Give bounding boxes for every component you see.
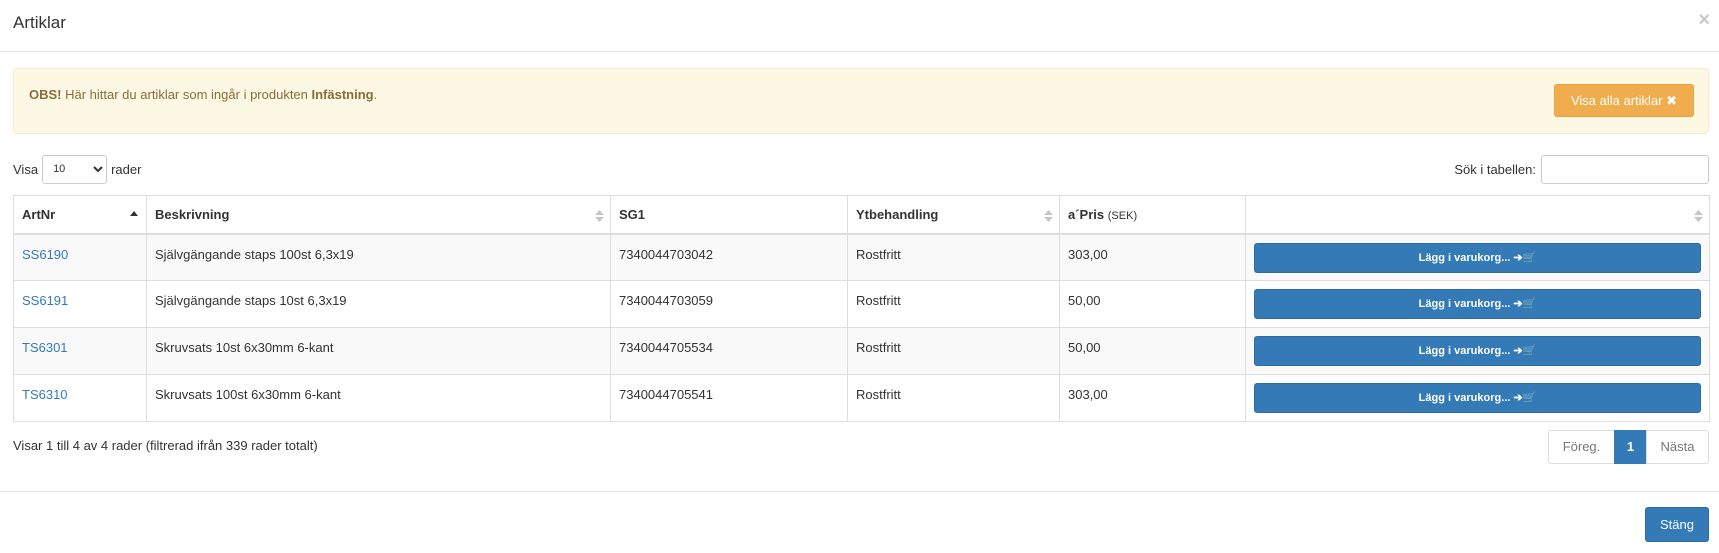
length-prefix: Visa [13, 161, 39, 177]
length-select[interactable]: 10 [42, 154, 108, 184]
info-alert: OBS! Här hittar du artiklar som ingår i … [13, 68, 1709, 134]
cell-pris: 50,00 [1059, 280, 1246, 328]
cell-sg1: 7340044703059 [610, 280, 848, 328]
search-label: Sök i tabellen: [1454, 161, 1536, 177]
col-ytbehandling[interactable]: Ytbehandling [847, 195, 1060, 235]
col-pris-label: a´Pris [1068, 206, 1105, 222]
pagination-prev[interactable]: Föreg. [1548, 430, 1615, 464]
artnr-link[interactable]: TS6310 [22, 387, 68, 402]
cell-ytbehandling: Rostfritt [847, 374, 1060, 422]
cell-artnr: TS6301 [13, 327, 147, 375]
sort-asc-icon [130, 211, 138, 216]
table-row: TS6310 Skruvsats 100st 6x30mm 6-kant 734… [13, 374, 1710, 422]
col-ytbehandling-label: Ytbehandling [856, 206, 939, 222]
table-row: TS6301 Skruvsats 10st 6x30mm 6-kant 7340… [13, 327, 1710, 375]
add-to-cart-button[interactable]: Lägg i varukorg... ➔🛒 [1254, 336, 1701, 366]
table-info: Visar 1 till 4 av 4 rader (filtrerad ifr… [13, 438, 318, 453]
show-all-articles-button[interactable]: Visa alla artiklar ✖ [1554, 84, 1694, 117]
cell-artnr: SS6191 [13, 280, 147, 328]
col-beskrivning[interactable]: Beskrivning [146, 195, 611, 235]
cell-sg1: 7340044703042 [610, 233, 848, 281]
cell-ytbehandling: Rostfritt [847, 233, 1060, 281]
sort-icon [1694, 210, 1703, 222]
modal-footer: Stäng [0, 491, 1719, 553]
cell-action: Lägg i varukorg... ➔🛒 [1245, 327, 1710, 375]
alert-message: OBS! Här hittar du artiklar som ingår i … [29, 87, 377, 102]
cell-beskrivning: Skruvsats 100st 6x30mm 6-kant [146, 374, 611, 422]
cell-ytbehandling: Rostfritt [847, 327, 1060, 375]
col-beskrivning-label: Beskrivning [155, 206, 230, 222]
add-to-cart-button[interactable]: Lägg i varukorg... ➔🛒 [1254, 289, 1701, 319]
alert-text: Här hittar du artiklar som ingår i produ… [61, 87, 312, 102]
close-button[interactable]: Stäng [1645, 507, 1709, 542]
modal-header: Artiklar × [0, 0, 1719, 52]
modal-title: Artiklar [13, 13, 66, 32]
cell-pris: 50,00 [1059, 327, 1246, 375]
table-row: SS6191 Självgängande staps 10st 6,3x19 7… [13, 280, 1710, 328]
col-artnr-label: ArtNr [22, 206, 56, 222]
col-pris-unit: (SEK) [1107, 209, 1138, 222]
cell-beskrivning: Självgängande staps 100st 6,3x19 [146, 233, 611, 281]
sort-icon [1044, 210, 1053, 222]
col-action[interactable] [1245, 195, 1710, 235]
table-row: SS6190 Självgängande staps 100st 6,3x19 … [13, 233, 1710, 281]
cell-beskrivning: Självgängande staps 10st 6,3x19 [146, 280, 611, 328]
cell-sg1: 7340044705534 [610, 327, 848, 375]
search-control: Sök i tabellen: [1454, 154, 1709, 184]
close-icon[interactable]: × [1698, 10, 1710, 30]
add-to-cart-button[interactable]: Lägg i varukorg... ➔🛒 [1254, 383, 1701, 413]
cell-action: Lägg i varukorg... ➔🛒 [1245, 374, 1710, 422]
cell-action: Lägg i varukorg... ➔🛒 [1245, 233, 1710, 281]
alert-product: Infästning [311, 87, 374, 102]
cell-artnr: TS6310 [13, 374, 147, 422]
artnr-link[interactable]: TS6301 [22, 340, 68, 355]
cell-sg1: 7340044705541 [610, 374, 848, 422]
artnr-link[interactable]: SS6190 [22, 247, 68, 262]
artnr-link[interactable]: SS6191 [22, 293, 68, 308]
search-input[interactable] [1541, 154, 1709, 184]
col-pris[interactable]: a´Pris (SEK) [1059, 195, 1246, 235]
length-control: Visa 10 rader [13, 154, 141, 184]
add-to-cart-button[interactable]: Lägg i varukorg... ➔🛒 [1254, 242, 1701, 273]
table-header-row: ArtNr Beskrivning SG1 Ytbehandling a´Pri… [13, 195, 1710, 235]
sort-icon [595, 210, 604, 222]
cell-beskrivning: Skruvsats 10st 6x30mm 6-kant [146, 327, 611, 375]
col-sg1[interactable]: SG1 [610, 195, 848, 235]
pagination: Föreg. 1 Nästa [1548, 430, 1709, 464]
pagination-page-1[interactable]: 1 [1614, 430, 1647, 464]
col-sg1-label: SG1 [619, 206, 646, 222]
articles-table: ArtNr Beskrivning SG1 Ytbehandling a´Pri… [13, 195, 1710, 422]
cell-artnr: SS6190 [13, 233, 147, 281]
pagination-next[interactable]: Nästa [1646, 430, 1709, 464]
alert-strong: OBS! [29, 87, 62, 102]
col-artnr[interactable]: ArtNr [13, 195, 147, 235]
cell-pris: 303,00 [1059, 233, 1246, 281]
length-suffix: rader [111, 161, 142, 177]
alert-end: . [373, 87, 378, 102]
cell-ytbehandling: Rostfritt [847, 280, 1060, 328]
cell-action: Lägg i varukorg... ➔🛒 [1245, 280, 1710, 328]
cell-pris: 303,00 [1059, 374, 1246, 422]
